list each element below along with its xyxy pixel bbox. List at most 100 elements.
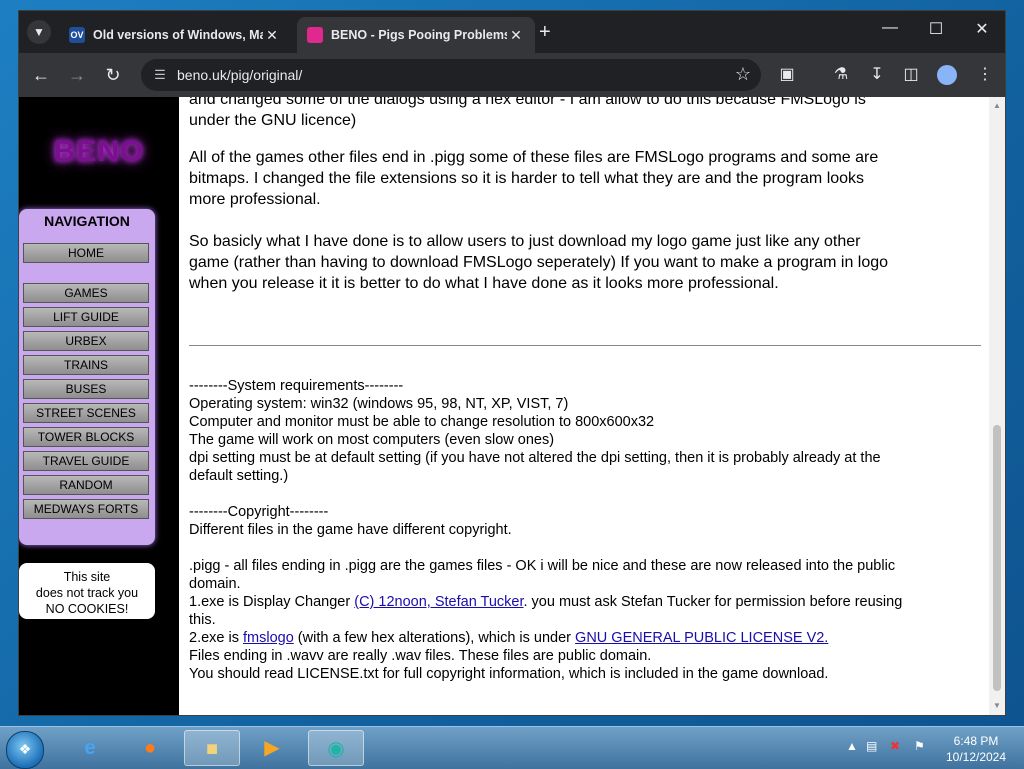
cookie-line-1: This site	[63, 570, 111, 584]
text-line: .pigg - all files ending in .pigg are th…	[189, 558, 896, 574]
nav-lift-guide[interactable]: LIFT GUIDE	[23, 307, 149, 327]
paragraph-summary: So basicly what I have done is to allow …	[189, 231, 888, 294]
text-line: So basicly what I have done is to allow …	[189, 233, 861, 250]
firefox-icon[interactable]: ●	[122, 730, 178, 766]
side-panel-icon[interactable]: ◫	[899, 63, 923, 87]
system-requirements: --------System requirements-------- Oper…	[189, 377, 881, 485]
text-line: domain.	[189, 576, 241, 592]
profile-avatar-icon[interactable]	[937, 65, 957, 85]
back-icon[interactable]: ←	[29, 63, 53, 87]
text-line: dpi setting must be at default setting (…	[189, 450, 881, 466]
media-player-icon[interactable]: ▶	[244, 730, 300, 766]
start-button[interactable]: ❖	[6, 731, 44, 769]
tab-bar: ▼ OV Old versions of Windows, Mac ✕ BENO…	[19, 11, 1005, 53]
text-line: Computer and monitor must be able to cha…	[189, 414, 655, 430]
tab-beno[interactable]: BENO - Pigs Pooing Problems ✕	[297, 17, 535, 53]
text-line: You should read LICENSE.txt for full cop…	[189, 666, 829, 682]
paragraph-licence: and changed some of the dialogs using a …	[189, 97, 866, 131]
section-heading: --------Copyright--------	[189, 504, 329, 520]
nav-trains[interactable]: TRAINS	[23, 355, 149, 375]
browser-window: ▼ OV Old versions of Windows, Mac ✕ BENO…	[18, 10, 1006, 716]
text-line: under the GNU licence)	[189, 112, 357, 129]
page-viewport: BENO NAVIGATION HOME GAMES LIFT GUIDE UR…	[19, 97, 1005, 715]
copyright-section: --------Copyright-------- Different file…	[189, 503, 902, 683]
text-line: game (rather than having to download FMS…	[189, 254, 889, 271]
labs-icon[interactable]: ⚗	[829, 63, 853, 87]
clock-date: 10/12/2024	[945, 750, 1007, 764]
extensions-icon[interactable]: ▣	[775, 63, 799, 87]
nav-random[interactable]: RANDOM	[23, 475, 149, 495]
site-info-icon[interactable]: ☰	[151, 66, 169, 84]
url-text: beno.uk/pig/original/	[177, 67, 303, 83]
text-span: (with a few hex alterations), which is u…	[293, 630, 576, 646]
menu-icon[interactable]: ⋮	[973, 63, 997, 87]
text-span: . you must ask Stefan Tucker for permiss…	[523, 594, 903, 610]
close-tab-icon[interactable]: ✕	[263, 27, 281, 44]
text-span: 1.exe is Display Changer	[189, 594, 355, 610]
cookie-line-3: NO COOKIES!	[45, 602, 129, 616]
tab-favicon: OV	[69, 27, 85, 43]
nav-games[interactable]: GAMES	[23, 283, 149, 303]
text-line: All of the games other files end in .pig…	[189, 149, 879, 166]
scroll-down-icon[interactable]: ▼	[992, 701, 1002, 710]
tab-title: Old versions of Windows, Mac	[93, 28, 263, 42]
gpl-link[interactable]: GNU GENERAL PUBLIC LICENSE V2.	[575, 630, 828, 646]
cookie-notice: This site does not track you NO COOKIES!	[19, 563, 155, 619]
nav-home[interactable]: HOME	[23, 243, 149, 263]
action-center-flag-icon[interactable]: ⚑	[914, 739, 925, 753]
scrollbar-thumb[interactable]	[993, 425, 1001, 691]
forward-icon[interactable]: →	[65, 63, 89, 87]
navigation-box: NAVIGATION HOME GAMES LIFT GUIDE URBEX T…	[19, 209, 155, 545]
text-line: Different files in the game have differe…	[189, 522, 512, 538]
text-line: default setting.)	[189, 468, 289, 484]
new-tab-icon[interactable]: +	[539, 22, 551, 42]
paragraph-file-extensions: All of the games other files end in .pig…	[189, 147, 878, 210]
divider	[189, 345, 981, 346]
network-icon[interactable]: ▤	[866, 739, 877, 753]
main-content: and changed some of the dialogs using a …	[189, 97, 989, 715]
text-line: this.	[189, 612, 216, 628]
text-line: 1.exe is Display Changer (C) 12noon, Ste…	[189, 593, 902, 611]
reload-icon[interactable]: ↻	[101, 63, 125, 87]
show-hidden-icons-icon[interactable]: ▲	[846, 739, 858, 753]
text-line: and changed some of the dialogs using a …	[189, 97, 866, 108]
sidebar: BENO NAVIGATION HOME GAMES LIFT GUIDE UR…	[19, 97, 179, 715]
bookmark-star-icon[interactable]: ☆	[735, 64, 751, 85]
nav-urbex[interactable]: URBEX	[23, 331, 149, 351]
nav-tower-blocks[interactable]: TOWER BLOCKS	[23, 427, 149, 447]
tab-old-versions[interactable]: OV Old versions of Windows, Mac ✕	[59, 17, 291, 53]
navigation-heading: NAVIGATION	[44, 213, 130, 229]
section-heading: --------System requirements--------	[189, 378, 404, 394]
file-explorer-icon[interactable]: ■	[184, 730, 240, 766]
chrome-taskbar-icon[interactable]: ◉	[308, 730, 364, 766]
text-line: Files ending in .wavv are really .wav fi…	[189, 648, 652, 664]
internet-explorer-icon[interactable]: e	[62, 730, 118, 766]
close-tab-icon[interactable]: ✕	[507, 27, 525, 44]
nav-street-scenes[interactable]: STREET SCENES	[23, 403, 149, 423]
volume-muted-icon[interactable]: ✖	[890, 739, 900, 753]
tab-favicon	[307, 27, 323, 43]
cookie-line-2: does not track you	[35, 586, 139, 600]
site-logo[interactable]: BENO	[39, 135, 159, 169]
windows-logo-icon: ❖	[18, 741, 32, 757]
maximize-icon[interactable]: ☐	[921, 19, 951, 39]
nav-medways-forts[interactable]: MEDWAYS FORTS	[23, 499, 149, 519]
scroll-up-icon[interactable]: ▲	[992, 101, 1002, 110]
text-line: bitmaps. I changed the file extensions s…	[189, 170, 865, 187]
page-scrollbar[interactable]: ▲ ▼	[989, 97, 1005, 715]
nav-buses[interactable]: BUSES	[23, 379, 149, 399]
text-line: The game will work on most computers (ev…	[189, 432, 555, 448]
browser-toolbar: ← → ↻ ☰ beno.uk/pig/original/ ☆ ▣ ⚗ ↧ ◫ …	[19, 53, 1005, 97]
download-icon[interactable]: ↧	[865, 63, 889, 87]
tab-search-icon[interactable]: ▼	[27, 20, 51, 44]
nav-travel-guide[interactable]: TRAVEL GUIDE	[23, 451, 149, 471]
clock-time: 6:48 PM	[953, 734, 999, 748]
text-span: 2.exe is	[189, 630, 243, 646]
close-window-icon[interactable]: ✕	[967, 19, 997, 39]
minimize-icon[interactable]: —	[875, 19, 905, 37]
address-bar[interactable]: ☰ beno.uk/pig/original/ ☆	[141, 59, 761, 91]
text-line: when you release it it is better to do w…	[189, 275, 779, 292]
fmslogo-link[interactable]: fmslogo	[243, 630, 294, 646]
system-clock[interactable]: 6:48 PM 10/12/2024	[936, 733, 1016, 765]
display-changer-link[interactable]: (C) 12noon, Stefan Tucker	[354, 594, 523, 610]
